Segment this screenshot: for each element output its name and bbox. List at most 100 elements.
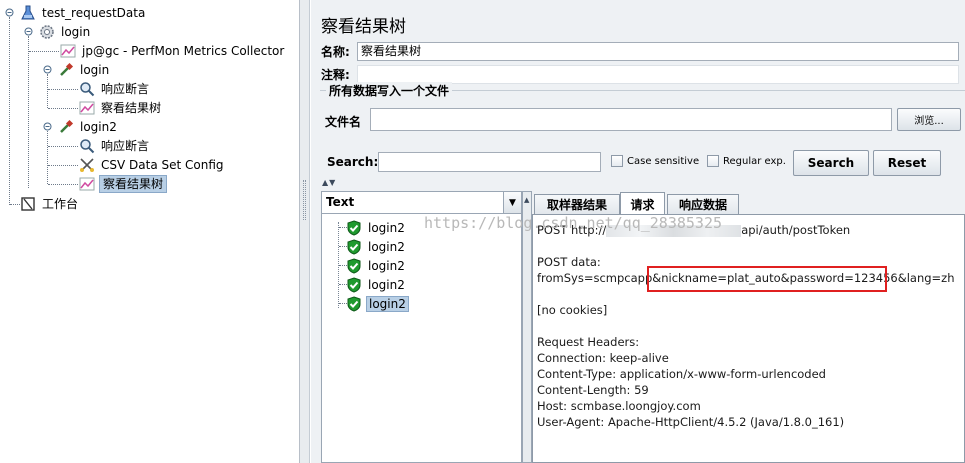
tree-item-csv-config[interactable]: CSV Data Set Config [79, 155, 226, 174]
filename-input[interactable] [370, 108, 892, 131]
tab-sampler-result[interactable]: 取样器结果 [534, 194, 620, 214]
name-label: 名称: [321, 45, 350, 59]
tree-item-test-plan[interactable]: test_requestData [20, 3, 147, 22]
tree-connector [47, 74, 48, 108]
tree-item-assertion[interactable]: 响应断言 [79, 79, 151, 98]
tree-label: login [61, 24, 91, 39]
search-button[interactable]: Search [793, 150, 869, 176]
tab-response-data[interactable]: 响应数据 [667, 194, 739, 214]
tree-item-sampler-login2[interactable]: login2 [58, 117, 119, 136]
request-detail-text[interactable]: POST http://api/auth/postToken POST data… [532, 214, 965, 463]
reset-button-label: Reset [887, 156, 927, 170]
regular-exp-checkbox[interactable]: Regular exp. [707, 155, 786, 167]
tree-connector [28, 36, 29, 188]
graph-listener-icon [60, 44, 76, 57]
tree-item-thread-group[interactable]: login [39, 22, 92, 41]
tree-item-view-results-tree-selected[interactable]: 察看结果树 [79, 174, 168, 193]
flask-icon [21, 5, 35, 19]
tree-connector [339, 284, 347, 285]
checkbox-box[interactable] [611, 155, 623, 167]
header-line: Host: scmbase.loongjoy.com [537, 399, 701, 413]
result-item-label: login2 [368, 277, 405, 292]
splitter-grip[interactable] [303, 180, 306, 220]
tree-item-view-results-tree[interactable]: 察看结果树 [79, 98, 163, 117]
header-line: Content-Type: application/x-www-form-url… [537, 367, 826, 381]
tree-connector [339, 246, 347, 247]
tree-label: 察看结果树 [99, 174, 168, 193]
pass-shield-icon [347, 257, 361, 274]
scroll-up-icon[interactable]: ▲ [524, 196, 529, 204]
tree-label: 响应断言 [101, 138, 150, 153]
checkbox-box[interactable] [707, 155, 719, 167]
tree-connector [339, 227, 347, 228]
regular-exp-label: Regular exp. [723, 155, 786, 167]
result-item[interactable]: login2 [339, 275, 407, 294]
request-line-suffix: api/auth/postToken [741, 223, 851, 237]
result-item-label: login2 [368, 239, 405, 254]
tab-label: 响应数据 [678, 198, 727, 212]
tree-label: test_requestData [42, 5, 146, 20]
reset-button[interactable]: Reset [873, 150, 941, 176]
tree-connector [48, 146, 78, 147]
scissors-icon [80, 157, 94, 172]
tab-label: 取样器结果 [546, 198, 607, 212]
tree-connector [48, 184, 78, 185]
tree-item-assertion[interactable]: 响应断言 [79, 136, 151, 155]
collapse-toggle-icon[interactable] [43, 122, 52, 131]
pass-shield-icon [347, 219, 361, 236]
tree-label: 响应断言 [101, 81, 150, 96]
search-button-label: Search [807, 156, 855, 170]
pass-shield-icon [347, 276, 361, 293]
result-item[interactable]: login2 [339, 294, 409, 313]
result-item[interactable]: login2 [339, 218, 407, 237]
test-plan-tree[interactable]: test_requestData login jp@gc - PerfMon M… [0, 0, 300, 463]
file-label: 文件名 [325, 115, 362, 129]
red-highlight-box [647, 266, 887, 292]
result-item-label: login2 [368, 220, 405, 235]
tree-item-perfmon[interactable]: jp@gc - PerfMon Metrics Collector [60, 41, 286, 60]
search-input[interactable] [378, 152, 601, 172]
tree-connector [9, 17, 10, 205]
result-item-label: login2 [366, 295, 409, 312]
tree-connector [10, 204, 20, 205]
tree-item-workbench[interactable]: 工作台 [20, 194, 80, 213]
collapse-toggle-icon[interactable] [5, 8, 14, 17]
cookies-line: [no cookies] [537, 303, 608, 317]
tree-connector [48, 89, 78, 90]
tree-connector [48, 165, 78, 166]
tree-connector [339, 303, 347, 304]
browse-button[interactable]: 浏览... [897, 108, 961, 131]
case-sensitive-checkbox[interactable]: Case sensitive [611, 155, 699, 167]
result-item[interactable]: login2 [339, 256, 407, 275]
pipette-icon [60, 119, 74, 133]
tree-connector [339, 265, 347, 266]
tree-connector [48, 108, 78, 109]
headers-title: Request Headers: [537, 335, 640, 349]
file-group-title: 所有数据写入一个文件 [326, 82, 453, 99]
collapse-toggle-icon[interactable] [43, 65, 52, 74]
gear-icon [40, 24, 54, 39]
magnifier-icon [80, 81, 95, 96]
result-item[interactable]: login2 [339, 237, 407, 256]
pass-shield-icon [347, 238, 361, 255]
tree-connector [29, 51, 59, 52]
renderer-value: Text [326, 195, 355, 209]
post-body-part: &lang=zh [897, 271, 955, 285]
post-data-label: POST data: [537, 255, 601, 269]
browse-label: 浏览... [914, 116, 944, 127]
name-row: 名称: 察看结果树 [321, 42, 959, 61]
tree-label: 察看结果树 [101, 100, 162, 115]
graph-listener-icon [79, 101, 95, 114]
tab-request[interactable]: 请求 [620, 192, 665, 215]
name-field[interactable]: 察看结果树 [357, 42, 959, 61]
renderer-select[interactable]: Text ▼ [322, 192, 521, 214]
pane-splitter[interactable] [300, 0, 310, 463]
collapse-divider-arrows[interactable]: ▲▼ [322, 178, 336, 187]
tree-item-sampler-login[interactable]: login [58, 60, 111, 79]
tree-label: 工作台 [42, 196, 79, 211]
tree-label: CSV Data Set Config [101, 157, 224, 172]
chevron-down-icon[interactable]: ▼ [503, 192, 521, 213]
collapse-toggle-icon[interactable] [24, 27, 33, 36]
pipette-icon [60, 62, 74, 76]
magnifier-icon [80, 138, 95, 153]
